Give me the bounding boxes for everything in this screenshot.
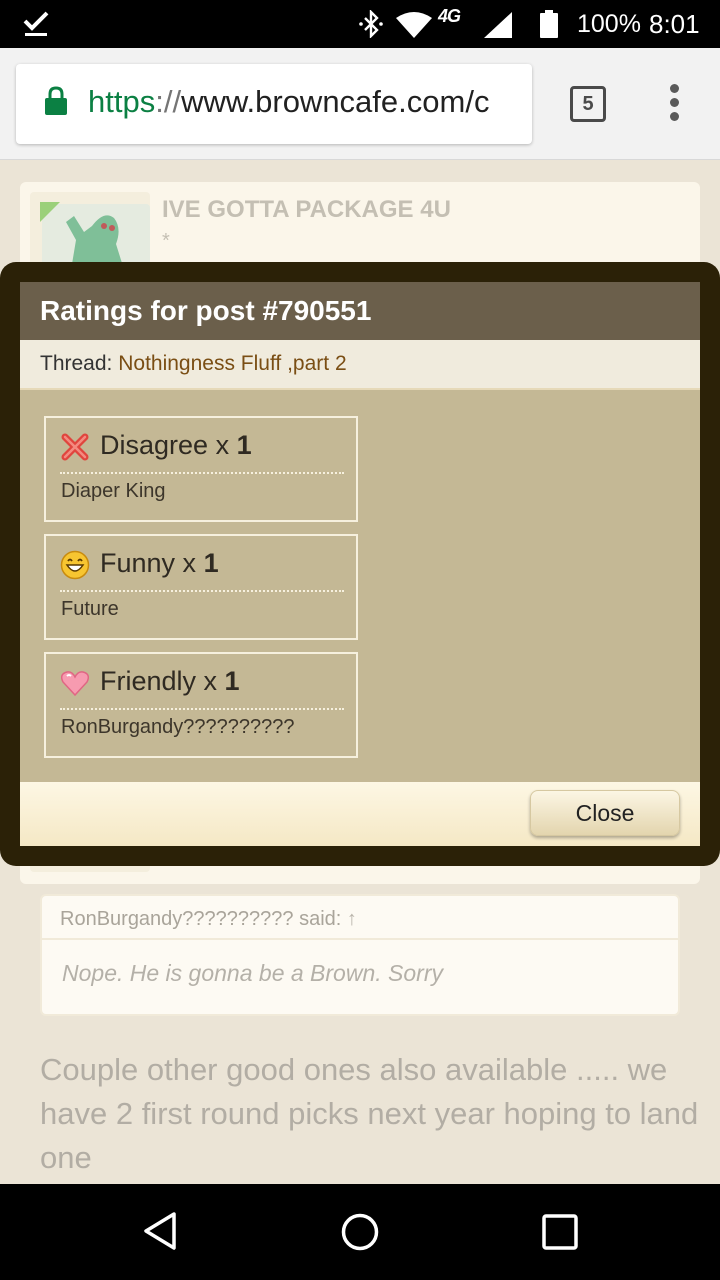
funny-smiley-icon — [60, 550, 90, 580]
rating-label: Funny — [100, 548, 176, 578]
rating-group-funny: Funny x 1 Future — [44, 534, 358, 640]
checkmark-download-icon — [23, 11, 49, 36]
rating-count: 1 — [224, 666, 240, 696]
dialog-title: Ratings for post #790551 — [20, 282, 700, 340]
battery-percentage: 100% — [577, 10, 641, 38]
clock: 8:01 — [649, 9, 700, 39]
url-separator: :// — [155, 84, 182, 119]
user-title: * — [162, 230, 170, 252]
rating-header: Friendly x 1 — [60, 666, 344, 710]
thread-prefix: Thread: — [40, 352, 119, 375]
quote-author: RonBurgandy?????????? said: — [60, 908, 342, 930]
status-bar: 4G 100% 8:01 — [0, 0, 720, 48]
battery-icon — [540, 10, 558, 38]
friendly-heart-icon — [60, 671, 90, 697]
rating-group-friendly: Friendly x 1 RonBurgandy?????????? — [44, 652, 358, 758]
ratings-dialog: Ratings for post #790551 Thread: Nothing… — [20, 282, 700, 846]
rating-header: Disagree x 1 — [60, 430, 344, 474]
network-type-label: 4G — [438, 6, 461, 26]
recent-apps-icon[interactable] — [540, 1212, 580, 1252]
rating-user-link[interactable]: Diaper King — [61, 480, 166, 503]
ratings-overlay: Ratings for post #790551 Thread: Nothing… — [0, 262, 720, 866]
back-icon[interactable] — [140, 1210, 180, 1252]
quote-block: RonBurgandy?????????? said: ↑ Nope. He i… — [40, 894, 680, 1016]
rating-count: 1 — [236, 430, 252, 460]
url-bar[interactable]: https://www.browncafe.com/c — [16, 64, 532, 144]
rating-label: Friendly — [100, 666, 197, 696]
online-indicator — [40, 202, 60, 222]
url-host: www.browncafe.com/c — [181, 84, 490, 119]
rating-count: 1 — [203, 548, 219, 578]
thread-link[interactable]: Nothingness Fluff ,part 2 — [118, 352, 346, 375]
rating-group-disagree: Disagree x 1 Diaper King — [44, 416, 358, 522]
rating-times: x — [208, 430, 237, 460]
rating-times: x — [175, 548, 204, 578]
url-scheme: https — [88, 84, 156, 119]
rating-label: Disagree — [100, 430, 209, 460]
rating-header: Funny x 1 — [60, 548, 344, 592]
signal-strength-icon — [484, 12, 512, 38]
rating-user-link[interactable]: Future — [61, 598, 119, 621]
post-body: Couple other good ones also available ..… — [40, 1052, 699, 1175]
url-text[interactable]: https://www.browncafe.com/c — [88, 84, 489, 120]
navigation-bar — [0, 1184, 720, 1280]
lock-icon — [45, 86, 67, 115]
rating-user-link[interactable]: RonBurgandy?????????? — [61, 716, 295, 739]
thread-info: Thread: Nothingness Fluff ,part 2 — [20, 340, 700, 390]
bluetooth-icon — [359, 10, 383, 38]
browser-toolbar: https://www.browncafe.com/c 5 — [0, 48, 720, 160]
rating-times: x — [196, 666, 225, 696]
close-button[interactable]: Close — [530, 790, 680, 836]
jump-to-quote-icon[interactable]: ↑ — [347, 908, 357, 930]
post-username[interactable]: IVE GOTTA PACKAGE 4U — [162, 196, 451, 224]
home-icon[interactable] — [340, 1212, 380, 1252]
overflow-menu-icon[interactable] — [668, 84, 680, 124]
dialog-footer: Close — [20, 782, 700, 846]
tab-switcher-button[interactable]: 5 — [570, 86, 606, 122]
disagree-x-icon — [61, 433, 89, 461]
wifi-icon — [396, 12, 432, 38]
quote-attribution: RonBurgandy?????????? said: ↑ — [42, 896, 678, 940]
quote-text: Nope. He is gonna be a Brown. Sorry — [62, 960, 443, 986]
